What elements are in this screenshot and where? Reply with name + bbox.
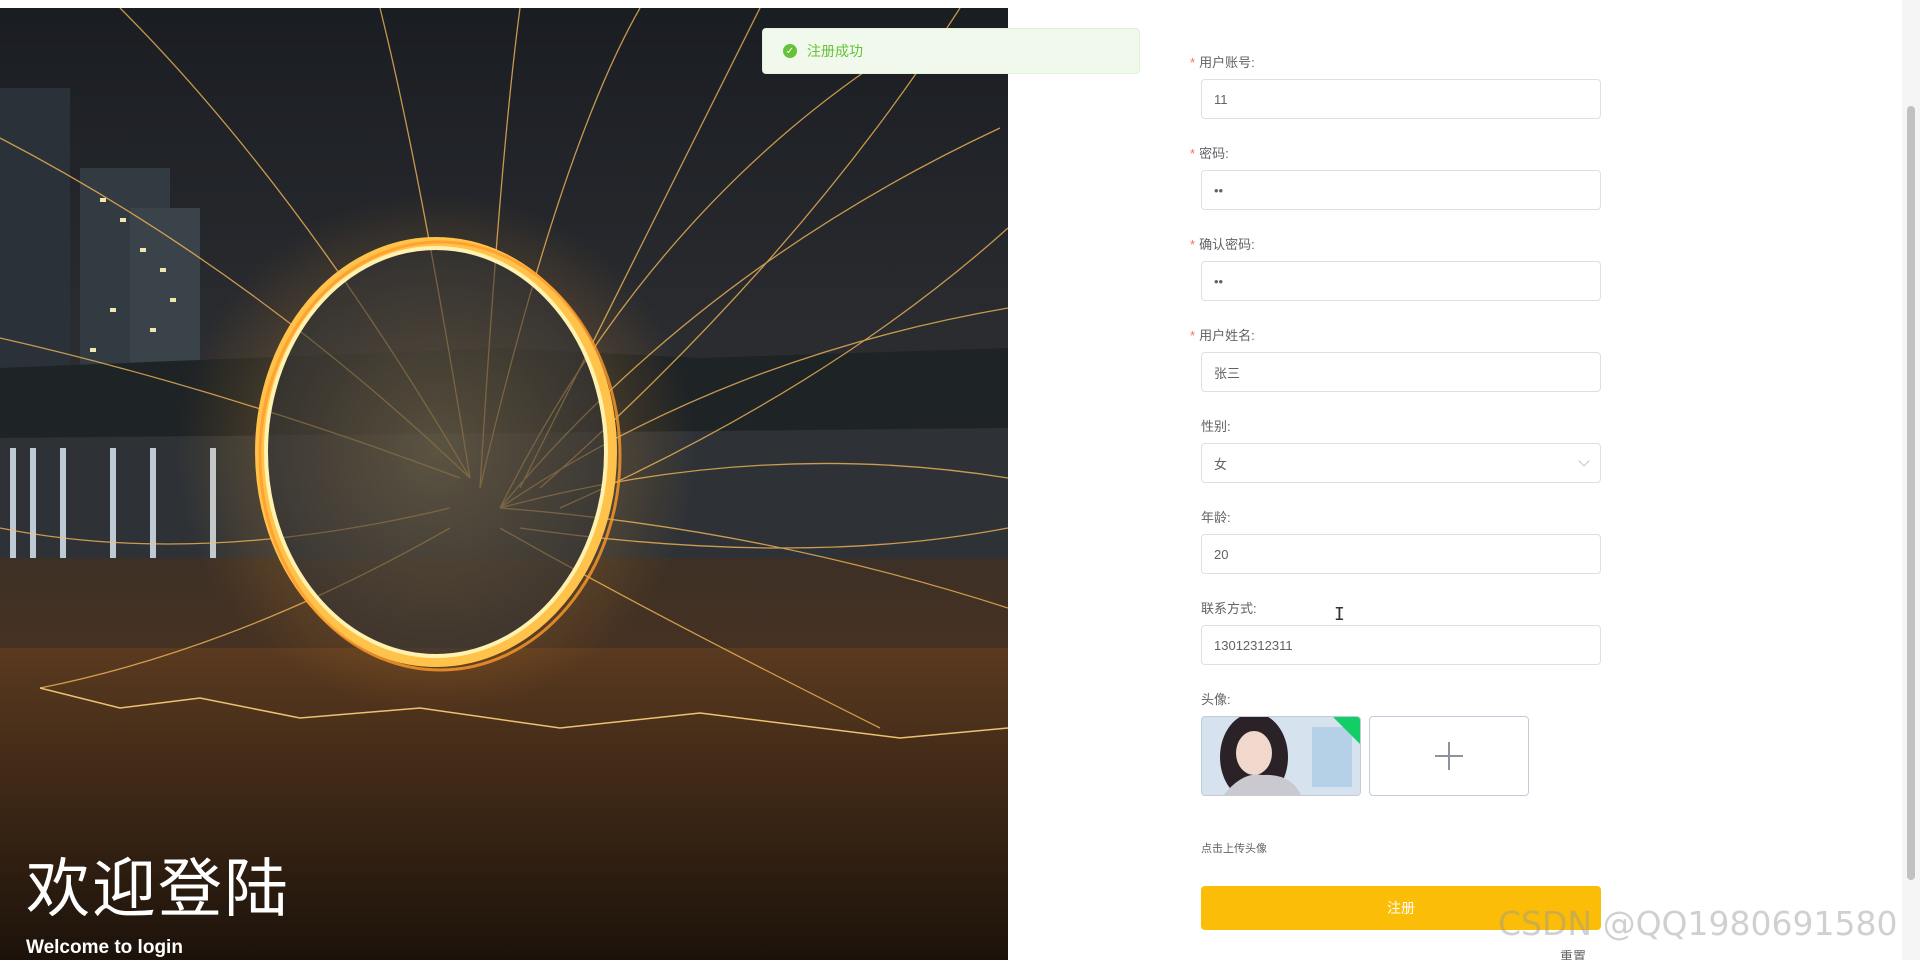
register-page: 欢迎登陆 Welcome to login ✓ 注册成功 *用户账号: *密码:… bbox=[0, 0, 1920, 960]
gender-selected-value: 女 bbox=[1214, 456, 1228, 472]
avatar-photo bbox=[1202, 717, 1360, 795]
toast-message: 注册成功 bbox=[807, 43, 863, 59]
page-scrollbar[interactable] bbox=[1902, 0, 1920, 960]
gender-select[interactable]: 女 bbox=[1201, 443, 1601, 483]
avatar-upload-button[interactable] bbox=[1369, 716, 1529, 796]
confirm-password-input[interactable] bbox=[1201, 261, 1601, 301]
hero-title: 欢迎登陆 bbox=[26, 853, 290, 927]
check-circle-icon: ✓ bbox=[783, 44, 797, 58]
username-label: * 用户账号: bbox=[1190, 55, 1255, 70]
hero-image: 欢迎登陆 Welcome to login bbox=[0, 8, 1008, 960]
age-label: 年龄: bbox=[1201, 510, 1231, 525]
hero-subtitle: Welcome to login bbox=[26, 937, 183, 958]
watermark: CSDN @QQ1980691580 bbox=[1498, 904, 1898, 943]
steel-wool-photo bbox=[0, 8, 1008, 960]
age-input[interactable] bbox=[1201, 534, 1601, 574]
chevron-down-icon bbox=[1578, 455, 1590, 467]
real-name-input[interactable] bbox=[1201, 352, 1601, 392]
avatar-label: 头像: bbox=[1201, 692, 1231, 707]
upload-tip: 点击上传头像 bbox=[1201, 843, 1267, 855]
gender-label: 性别: bbox=[1201, 419, 1231, 434]
success-toast: ✓ 注册成功 bbox=[762, 28, 1140, 74]
required-mark: * bbox=[1190, 237, 1196, 252]
phone-input[interactable] bbox=[1201, 625, 1601, 665]
reset-button[interactable]: 重置 bbox=[1560, 946, 1586, 960]
real-name-label: * 用户姓名: bbox=[1190, 328, 1255, 343]
text-cursor-icon: I bbox=[1334, 604, 1345, 625]
avatar-thumbnail[interactable] bbox=[1201, 716, 1361, 796]
password-input[interactable] bbox=[1201, 170, 1601, 210]
password-label: * 密码: bbox=[1190, 146, 1229, 161]
required-mark: * bbox=[1190, 328, 1196, 343]
required-mark: * bbox=[1190, 146, 1196, 161]
plus-icon bbox=[1435, 742, 1463, 770]
scrollbar-thumb[interactable] bbox=[1907, 106, 1915, 880]
username-input[interactable] bbox=[1201, 79, 1601, 119]
confirm-password-label: * 确认密码: bbox=[1190, 237, 1255, 252]
phone-label: 联系方式: bbox=[1201, 601, 1257, 616]
required-mark: * bbox=[1190, 55, 1196, 70]
